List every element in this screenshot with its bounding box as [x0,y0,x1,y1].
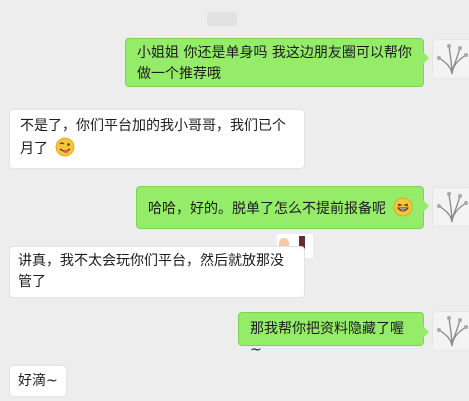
message-text: 讲真，我不太会玩你们平台，然后就放那没管了 [18,253,284,290]
message-bubble-other[interactable]: 讲真，我不太会玩你们平台，然后就放那没管了 [9,246,305,298]
plant-avatar-icon [437,44,468,75]
message-text: 好滴~ [18,373,58,389]
message-bubble-self[interactable]: 哈哈，好的。脱单了怎么不提前报备呢 [136,186,429,229]
wink-tongue-emoji-icon [55,137,75,164]
message-text: 小姐姐 你还是单身吗 我这边朋友圈可以帮你做一个推荐哦 [137,45,412,82]
message-bubble-self[interactable]: 小姐姐 你还是单身吗 我这边朋友圈可以帮你做一个推荐哦 [125,38,429,87]
message-text: 那我帮你把资料隐藏了喔~ [250,321,404,358]
message-bubble-self[interactable]: 那我帮你把资料隐藏了喔~ [238,312,429,358]
message-text: 哈哈，好的。脱单了怎么不提前报备呢 [148,201,386,217]
grin-emoji-icon [393,197,413,224]
message-bubble-other[interactable]: 好滴~ [9,365,67,397]
self-avatar[interactable] [432,39,469,79]
time-indicator [207,12,237,26]
self-avatar[interactable] [432,187,469,227]
plant-avatar-icon [437,316,468,347]
message-bubble-other[interactable]: 不是了，你们平台加的我小哥哥，我们已个月了 [9,109,313,258]
plant-avatar-icon [437,192,468,223]
self-avatar[interactable] [432,311,469,351]
